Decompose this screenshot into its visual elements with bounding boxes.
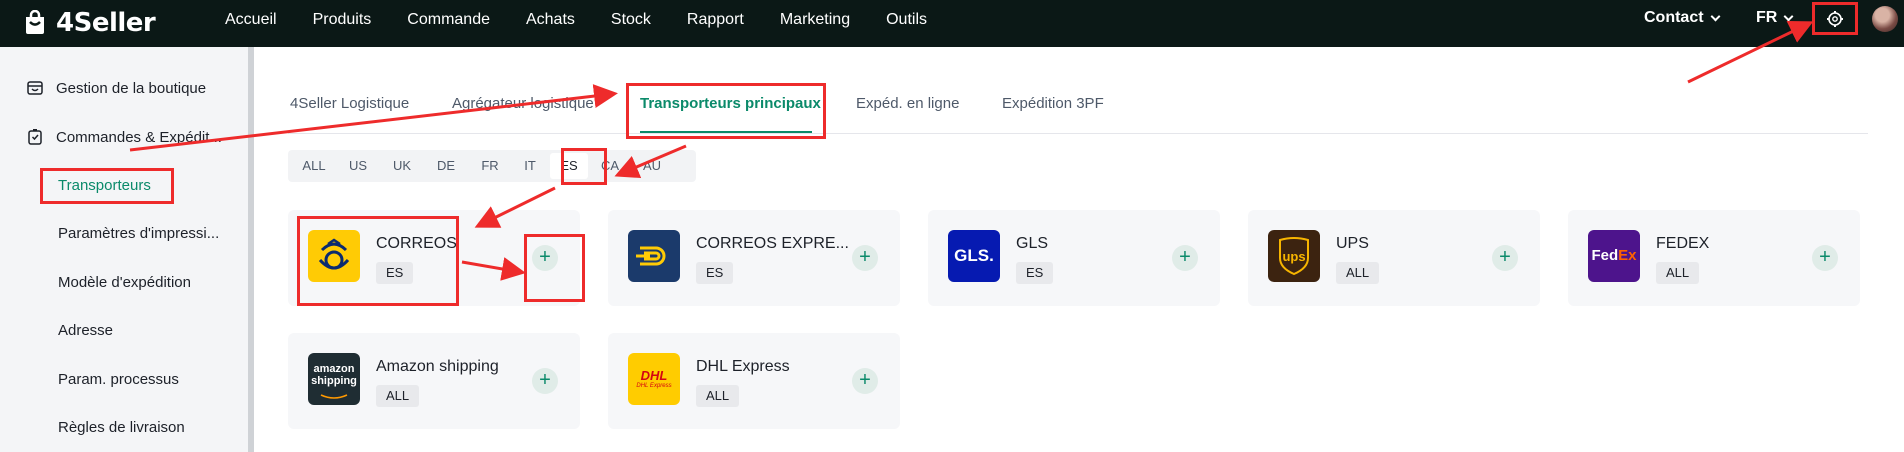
logo-text: 4Seller: [56, 8, 156, 38]
amazon-shipping-logo: amazon shipping: [308, 353, 360, 405]
country-fr[interactable]: FR: [468, 150, 512, 182]
carrier-card-amazon-shipping: amazon shipping Amazon shipping ALL +: [288, 333, 580, 429]
nav-item-accueil[interactable]: Accueil: [225, 11, 277, 29]
carrier-region-badge: ALL: [376, 385, 420, 407]
sidebar-group-shop[interactable]: Gestion de la boutique: [26, 79, 206, 97]
nav-item-achats[interactable]: Achats: [526, 11, 575, 29]
logo-bag-icon: [26, 10, 44, 34]
carrier-name: CORREOS EXPRE...: [696, 235, 849, 252]
country-it[interactable]: IT: [512, 150, 548, 182]
orders-icon: [28, 129, 42, 145]
sidebar-item-process-settings[interactable]: Param. processus: [58, 371, 179, 388]
carrier-region-badge: ALL: [696, 385, 740, 407]
amazon-logo-line1: amazon: [313, 363, 355, 375]
carrier-region-badge: ALL: [1656, 262, 1700, 284]
carrier-card-correos-express: CORREOS EXPRE... ES +: [608, 210, 900, 306]
carrier-name: DHL Express: [696, 358, 790, 375]
nav-item-outils[interactable]: Outils: [886, 11, 927, 29]
chevron-down-icon: [1710, 11, 1721, 21]
nav-item-stock[interactable]: Stock: [611, 11, 651, 29]
correos-express-icon: [636, 246, 666, 266]
carrier-card-gls: GLS. GLS ES +: [928, 210, 1220, 306]
tab-3pf-shipping[interactable]: Expédition 3PF: [1002, 95, 1104, 112]
carrier-name: FEDEX: [1656, 235, 1710, 252]
add-carrier-button[interactable]: +: [852, 245, 878, 271]
dhl-logo-sub: DHL Express: [636, 383, 672, 389]
language-select[interactable]: FR: [1756, 9, 1794, 27]
fedex-logo-fed: Fed: [1591, 247, 1619, 264]
annotation-box-add-button: [524, 234, 585, 302]
annotation-box-gear: [1812, 2, 1858, 35]
amazon-logo-line2: shipping: [311, 375, 357, 387]
sidebar-item-shipping-template[interactable]: Modèle d'expédition: [58, 274, 191, 291]
dhl-express-logo: DHL DHL Express: [628, 353, 680, 405]
annotation-box-transporteurs: [40, 168, 174, 204]
chevron-down-icon: [1783, 11, 1794, 21]
tab-online-shipping[interactable]: Expéd. en ligne: [856, 95, 959, 112]
shop-icon: [27, 81, 43, 95]
carrier-region-badge: ES: [696, 262, 734, 284]
carrier-name: Amazon shipping: [376, 358, 499, 375]
sidebar-group-label: Commandes & Expédit...: [56, 128, 222, 146]
nav-item-rapport[interactable]: Rapport: [687, 11, 744, 29]
add-carrier-button[interactable]: +: [1812, 245, 1838, 271]
tab-divider: [288, 133, 1868, 134]
carrier-name: GLS: [1016, 235, 1049, 252]
contact-label: Contact: [1644, 9, 1704, 26]
add-carrier-button[interactable]: +: [852, 368, 878, 394]
ups-shield-icon: ups: [1279, 237, 1309, 276]
sidebar-group-label: Gestion de la boutique: [56, 79, 207, 97]
carrier-name: UPS: [1336, 235, 1369, 252]
nav-item-marketing[interactable]: Marketing: [780, 11, 850, 29]
contact-menu[interactable]: Contact: [1644, 9, 1721, 27]
language-label: FR: [1756, 9, 1778, 26]
tab-logistics-aggregator[interactable]: Agrégateur logistique: [452, 95, 594, 112]
annotation-box-main-carriers-tab: [626, 83, 826, 139]
add-carrier-button[interactable]: +: [532, 368, 558, 394]
nav-item-produits[interactable]: Produits: [313, 11, 372, 29]
country-de[interactable]: DE: [424, 150, 468, 182]
fedex-logo-ex: Ex: [1618, 247, 1637, 264]
ups-logo-text: ups: [1282, 249, 1305, 264]
top-navbar: 4Seller Accueil Produits Commande Achats…: [0, 0, 1904, 47]
fedex-logo: FedEx: [1588, 230, 1640, 282]
tab-4seller-logistics[interactable]: 4Seller Logistique: [290, 95, 409, 112]
sidebar-item-print-settings[interactable]: Paramètres d'impressi...: [58, 225, 219, 242]
add-carrier-button[interactable]: +: [1492, 245, 1518, 271]
sidebar-group-orders[interactable]: Commandes & Expédit...: [26, 128, 222, 146]
country-au[interactable]: AU: [632, 150, 672, 182]
annotation-box-es-filter: [561, 148, 607, 185]
country-uk[interactable]: UK: [380, 150, 424, 182]
carrier-card-fedex: FedEx FEDEX ALL +: [1568, 210, 1860, 306]
country-us[interactable]: US: [336, 150, 380, 182]
country-filter: ALL US UK DE FR IT ES CA AU: [288, 150, 696, 182]
main-nav: Accueil Produits Commande Achats Stock R…: [225, 0, 963, 40]
avatar[interactable]: [1872, 6, 1898, 32]
ups-logo: ups: [1268, 230, 1320, 282]
correos-express-logo: [628, 230, 680, 282]
sidebar-item-delivery-rules[interactable]: Règles de livraison: [58, 419, 185, 436]
carrier-region-badge: ALL: [1336, 262, 1380, 284]
add-carrier-button[interactable]: +: [1172, 245, 1198, 271]
carrier-card-ups: ups UPS ALL +: [1248, 210, 1540, 306]
dhl-logo-main: DHL: [640, 368, 668, 383]
main-content: 4Seller Logistique Agrégateur logistique…: [254, 47, 1904, 452]
annotation-box-correos: [297, 216, 459, 306]
app-logo[interactable]: 4Seller: [22, 7, 156, 39]
amazon-smile-icon: [320, 394, 348, 399]
gls-logo: GLS.: [948, 230, 1000, 282]
carrier-region-badge: ES: [1016, 262, 1054, 284]
carrier-card-dhl-express: DHL DHL Express DHL Express ALL +: [608, 333, 900, 429]
nav-item-commande[interactable]: Commande: [407, 11, 490, 29]
country-all[interactable]: ALL: [292, 150, 336, 182]
sidebar-item-address[interactable]: Adresse: [58, 322, 113, 339]
sidebar: Gestion de la boutique Commandes & Expéd…: [0, 47, 248, 452]
